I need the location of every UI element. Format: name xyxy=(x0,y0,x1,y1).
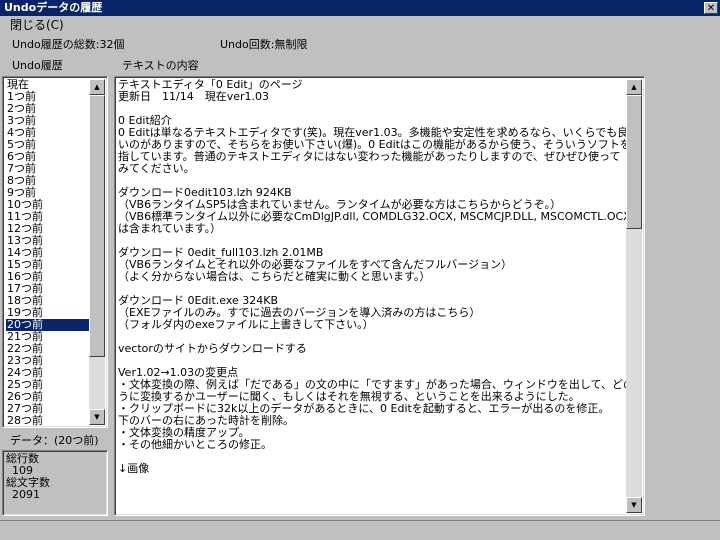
history-scroll-up-button[interactable]: ▲ xyxy=(89,79,105,95)
text-content-area[interactable]: テキストエディタ「0 Edit」のページ 更新日 11/14 現在ver1.03 0… xyxy=(114,76,645,516)
window-title: Undoデータの履歴 xyxy=(4,1,103,14)
title-bar: Undoデータの履歴 ✕ xyxy=(0,0,720,16)
menu-close[interactable]: 閉じる(C) xyxy=(10,17,64,33)
text-line: ↓画像 xyxy=(118,462,150,475)
text-line: （フォルダ内のexeファイルに上書きして下さい。） xyxy=(118,318,374,331)
history-scroll-down-button[interactable]: ▼ xyxy=(89,409,105,425)
text-scrollbar[interactable]: ▲ ▼ xyxy=(626,79,642,513)
data-label: データ：(20つ前) xyxy=(10,434,99,447)
close-icon: ✕ xyxy=(706,3,716,14)
text-line: は含まれています。） xyxy=(118,222,222,235)
text-scroll-up-button[interactable]: ▲ xyxy=(626,79,642,95)
text-line: みてください。 xyxy=(118,162,195,175)
stats-box: 総行数 109 総文字数 2091 xyxy=(2,450,108,516)
chars-value: 2091 xyxy=(12,488,40,501)
text-content-heading: テキストの内容 xyxy=(122,59,199,72)
undo-total-label: Undo履歴の総数:32個 xyxy=(12,38,125,51)
text-line: vectorのサイトからダウンロードする xyxy=(118,342,307,355)
undo-count-label: Undo回数:無制限 xyxy=(220,38,308,51)
text-line: （よく分からない場合は、こちらだと確実に動くと思います。） xyxy=(118,270,431,283)
bottom-bar xyxy=(0,520,720,540)
history-heading: Undo履歴 xyxy=(12,59,63,72)
text-line xyxy=(118,451,626,463)
scroll-down-icon: ▼ xyxy=(94,413,100,421)
history-items: 現在 1つ前 2つ前 3つ前 4つ前 5つ前 6つ前 7つ前 8つ前 9つ前 10つ前 11つ前 12つ… xyxy=(6,79,92,427)
scroll-up-icon: ▲ xyxy=(94,83,100,91)
scroll-down-icon: ▼ xyxy=(631,501,637,509)
text-line: 更新日 11/14 現在ver1.03 xyxy=(118,90,269,103)
history-list[interactable]: 現在 1つ前 2つ前 3つ前 4つ前 5つ前 6つ前 7つ前 8つ前 9つ前 10つ前 11つ前 12つ… xyxy=(2,76,108,428)
history-scroll-thumb[interactable] xyxy=(89,95,105,357)
scroll-up-icon: ▲ xyxy=(631,83,637,91)
text-line xyxy=(118,103,626,115)
history-item[interactable]: 28つ前 xyxy=(6,415,92,427)
text-content: テキストエディタ「0 Edit」のページ 更新日 11/14 現在ver1.03 0… xyxy=(118,79,626,475)
text-scroll-down-button[interactable]: ▼ xyxy=(626,497,642,513)
history-scrollbar[interactable]: ▲ ▼ xyxy=(89,79,105,425)
text-line: ・その他細かいところの修正。 xyxy=(118,438,272,451)
text-scroll-thumb[interactable] xyxy=(626,95,642,229)
close-button[interactable]: ✕ xyxy=(704,2,718,14)
